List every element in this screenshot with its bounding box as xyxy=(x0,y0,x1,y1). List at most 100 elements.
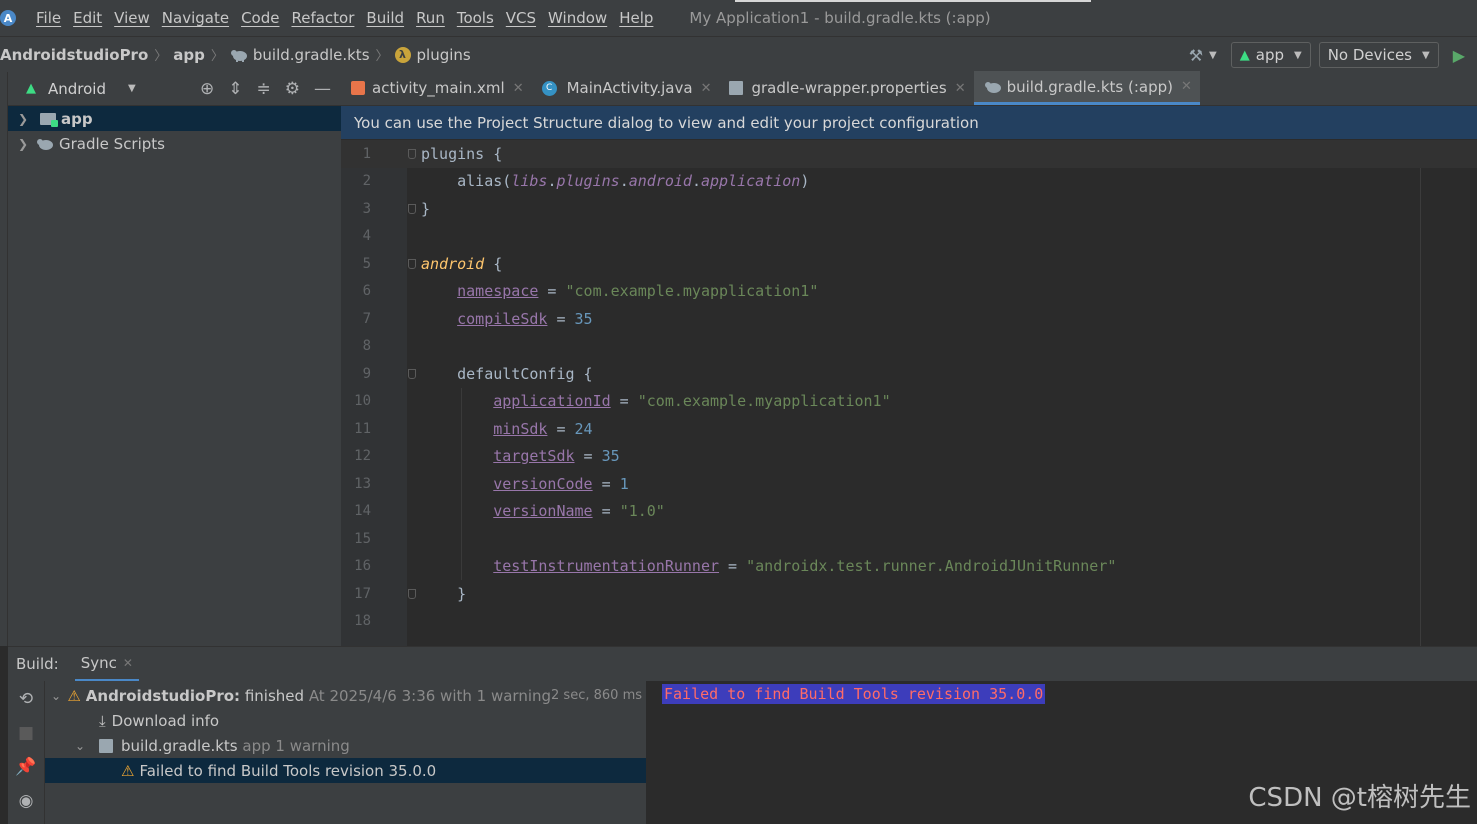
fold-marker-icon[interactable] xyxy=(408,204,416,214)
fold-marker-icon[interactable] xyxy=(408,259,416,269)
code-line[interactable]: 12 targetSdk = 35 xyxy=(341,443,1477,471)
code-token: minSdk xyxy=(493,419,548,438)
menu-build[interactable]: Build xyxy=(366,9,404,27)
menu-file[interactable]: File xyxy=(36,9,61,27)
code-token: application xyxy=(700,172,801,191)
tab-activity-main-xml[interactable]: activity_main.xml ✕ xyxy=(341,71,532,105)
code-line[interactable]: 4 xyxy=(341,223,1477,251)
code-line[interactable]: 11 minSdk = 24 xyxy=(341,415,1477,443)
run-play-icon[interactable]: ▶ xyxy=(1453,46,1465,65)
code-token: defaultConfig { xyxy=(421,364,593,383)
menu-vcs[interactable]: VCS xyxy=(506,9,536,27)
expand-all-icon[interactable]: ⇕ xyxy=(228,79,242,99)
build-hammer-icon[interactable]: ⚒ xyxy=(1189,46,1203,65)
code-token: 24 xyxy=(574,419,593,438)
chevron-right-icon[interactable]: ❯ xyxy=(18,112,32,126)
menu-code[interactable]: Code xyxy=(241,9,279,27)
stop-icon[interactable]: ■ xyxy=(18,723,34,743)
close-icon[interactable]: ✕ xyxy=(1181,79,1192,94)
line-number: 17 xyxy=(354,585,371,602)
code-line[interactable]: 15 xyxy=(341,525,1477,553)
build-file-row[interactable]: ⌄ build.gradle.kts app 1 warning xyxy=(45,733,646,758)
breadcrumb-module[interactable]: app xyxy=(173,46,205,64)
code-editor[interactable]: 1 plugins {2 alias(libs. plugins. android. a… xyxy=(341,140,1477,646)
menu-navigate[interactable]: Navigate xyxy=(162,9,229,27)
fold-marker-icon[interactable] xyxy=(408,149,416,159)
tree-item-app[interactable]: ❯ app xyxy=(8,106,341,131)
chevron-down-icon[interactable]: ▼ xyxy=(1209,50,1217,61)
gear-icon[interactable]: ⚙ xyxy=(285,79,300,99)
close-icon[interactable]: ✕ xyxy=(701,81,712,96)
close-icon[interactable]: ✕ xyxy=(123,656,133,670)
build-warning-row[interactable]: ⚠ Failed to find Build Tools revision 35… xyxy=(45,758,646,783)
code-line[interactable]: 9 defaultConfig { xyxy=(341,360,1477,388)
close-icon[interactable]: ✕ xyxy=(513,81,524,96)
tab-gradle-wrapper-properties[interactable]: gradle-wrapper.properties ✕ xyxy=(719,71,973,105)
chevron-right-icon[interactable]: ❯ xyxy=(18,137,32,151)
code-line[interactable]: 1 plugins { xyxy=(341,140,1477,168)
code-token: versionCode xyxy=(493,474,593,493)
code-token: alias( xyxy=(421,172,512,191)
menu-window[interactable]: Window xyxy=(548,9,607,27)
code-line[interactable]: 18 xyxy=(341,608,1477,636)
menu-view[interactable]: View xyxy=(114,9,150,27)
code-line[interactable]: 16 testInstrumentationRunner = "androidx… xyxy=(341,553,1477,581)
code-token: = xyxy=(592,474,620,493)
code-line[interactable]: 7 compileSdk = 35 xyxy=(341,305,1477,333)
minimize-icon[interactable]: — xyxy=(314,79,331,99)
refresh-sync-icon[interactable]: ⟲ xyxy=(19,689,33,709)
code-line[interactable]: 8 xyxy=(341,333,1477,361)
code-line[interactable]: 17 } xyxy=(341,580,1477,608)
chevron-down-icon[interactable]: ▼ xyxy=(128,83,136,94)
line-number: 18 xyxy=(354,613,371,630)
code-line[interactable]: 13 versionCode = 1 xyxy=(341,470,1477,498)
device-select[interactable]: No Devices ▼ xyxy=(1318,42,1439,68)
tab-sync[interactable]: Sync ✕ xyxy=(74,647,139,682)
breadcrumb-block[interactable]: λ plugins xyxy=(394,46,471,64)
code-token: android xyxy=(421,254,485,273)
breadcrumb-file[interactable]: build.gradle.kts xyxy=(230,46,370,64)
menu-refactor[interactable]: Refactor xyxy=(291,9,354,27)
menu-tools[interactable]: Tools xyxy=(457,9,494,27)
breadcrumb-separator-icon: 〉 xyxy=(375,49,389,64)
menu-edit[interactable]: Edit xyxy=(73,9,102,27)
window-title: My Application1 - build.gradle.kts (:app… xyxy=(689,9,991,27)
eye-icon[interactable]: ◉ xyxy=(19,791,34,811)
tree-item-gradle-scripts[interactable]: ❯ Gradle Scripts xyxy=(8,131,341,156)
code-token: applicationId xyxy=(493,392,611,411)
chevron-down-icon[interactable]: ⌄ xyxy=(75,739,99,753)
code-line[interactable]: 10 applicationId = "com.example.myapplic… xyxy=(341,388,1477,416)
chevron-down-icon[interactable]: ⌄ xyxy=(51,689,67,703)
project-view-select[interactable]: Android xyxy=(48,80,106,98)
tab-build-gradle-kts[interactable]: build.gradle.kts (:app) ✕ xyxy=(973,71,1200,105)
fold-marker-icon[interactable] xyxy=(408,369,416,379)
pin-icon[interactable]: 📌 xyxy=(15,757,36,777)
code-line[interactable]: 2 alias(libs. plugins. android. application… xyxy=(341,168,1477,196)
breadcrumb-project[interactable]: AndroidstudioPro xyxy=(0,46,148,64)
editor-area: activity_main.xml ✕ C MainActivity.java … xyxy=(341,71,1477,646)
code-line[interactable]: 5 android { xyxy=(341,250,1477,278)
code-token: ) xyxy=(800,172,810,191)
locate-crosshair-icon[interactable]: ⊕ xyxy=(200,79,214,99)
tab-main-activity-java[interactable]: C MainActivity.java ✕ xyxy=(532,71,720,105)
gradle-elephant-icon xyxy=(37,138,53,150)
line-number: 16 xyxy=(354,558,371,575)
code-line[interactable]: 14 versionName = "1.0" xyxy=(341,498,1477,526)
download-info-row[interactable]: ⤓ Download info xyxy=(45,708,646,733)
code-line[interactable]: 6 namespace = "com.example.myapplication… xyxy=(341,278,1477,306)
build-root-row[interactable]: ⌄ ⚠ AndroidstudioPro: finished At 2025/4… xyxy=(45,683,646,708)
collapse-all-icon[interactable]: ≑ xyxy=(257,79,271,99)
fold-marker-icon[interactable] xyxy=(408,589,416,599)
menu-run[interactable]: Run xyxy=(416,9,445,27)
line-number: 10 xyxy=(354,393,371,410)
build-console[interactable]: Failed to find Build Tools revision 35.0… xyxy=(648,681,1477,824)
menu-help[interactable]: Help xyxy=(619,9,653,27)
code-line[interactable]: 3} xyxy=(341,195,1477,223)
close-icon[interactable]: ✕ xyxy=(955,81,966,96)
run-config-select[interactable]: ▲ app ▼ xyxy=(1230,42,1311,68)
